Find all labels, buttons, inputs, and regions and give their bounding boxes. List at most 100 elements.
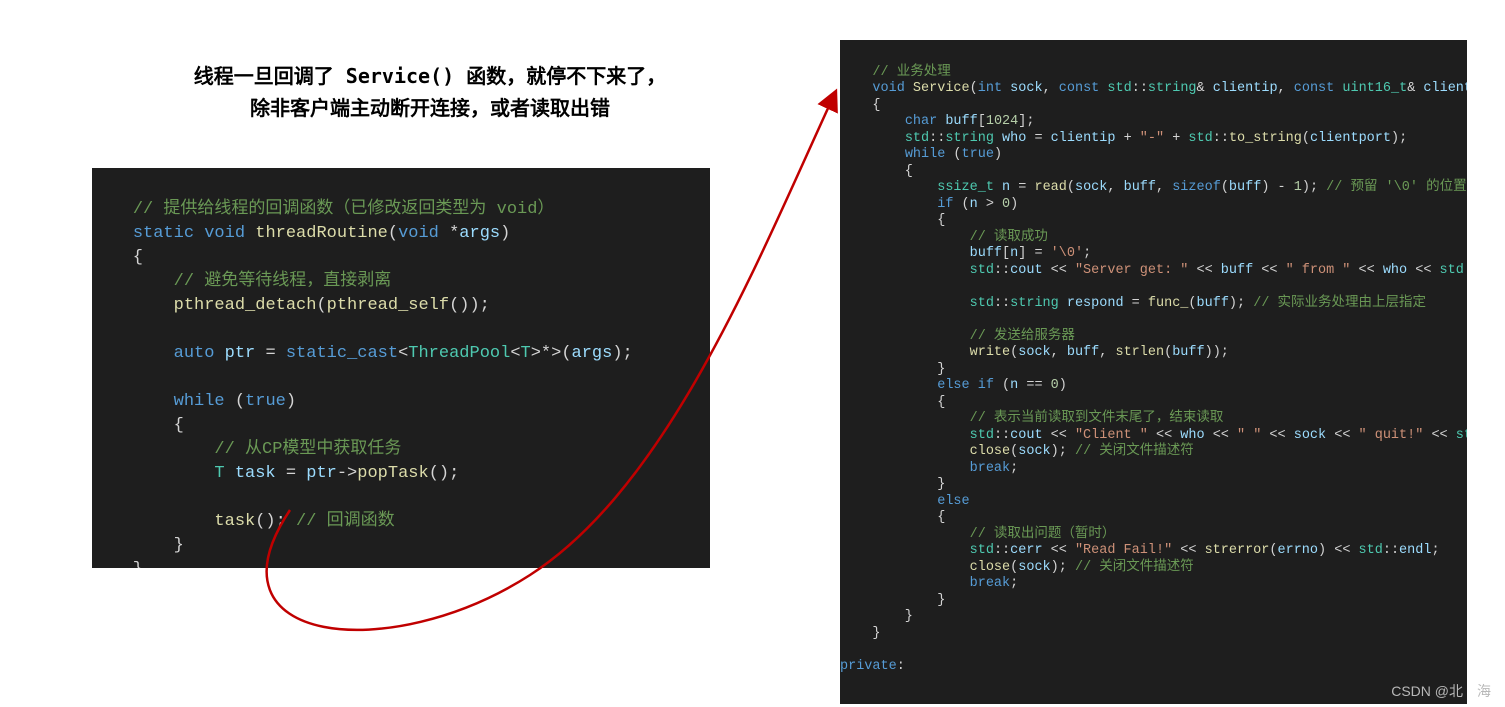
var-clientport: clientport [1423,81,1467,96]
kw-sizeof: sizeof [1172,180,1221,195]
var-who: who [1180,428,1204,443]
type-string: string [945,131,994,146]
kw-auto: auto [174,344,215,363]
ns-std: std [970,296,994,311]
str-client: "Client " [1075,428,1148,443]
ns-std: std [1188,131,1212,146]
code-block-left: // 提供给线程的回调函数（已修改返回类型为 void） static void… [92,168,710,568]
fn-pthread_detach: pthread_detach [174,296,317,315]
num-1: 1 [1294,180,1302,195]
fn-close: close [970,444,1011,459]
fn-read: read [1034,180,1066,195]
str-dash: "-" [1140,131,1164,146]
fn-strlen: strlen [1115,345,1164,360]
fn-strerror: strerror [1205,543,1270,558]
caption-line1: 线程一旦回调了 Service() 函数，就停不下来了， [180,60,680,92]
fn-task: task [214,512,255,531]
var-buff: buff [1172,345,1204,360]
type-uint16_t: uint16_t [1342,81,1407,96]
var-buff: buff [1124,180,1156,195]
type-string: string [1148,81,1197,96]
str-read-fail: "Read Fail!" [1075,543,1172,558]
var-errno: errno [1278,543,1319,558]
var-ptr: ptr [306,464,337,483]
var-ptr: ptr [225,344,256,363]
var-buff: buff [1229,180,1261,195]
comment: // 读取出问题（暂时） [970,527,1116,542]
var-buff: buff [945,114,977,129]
kw-else: else [937,494,969,509]
kw-const: const [1294,81,1335,96]
comment: // 预留 '\0' 的位置 [1326,180,1466,195]
kw-const: const [1059,81,1100,96]
var-sock: sock [1018,560,1050,575]
var-n: n [1002,180,1010,195]
type-T: T [521,344,531,363]
var-buff: buff [1221,263,1253,278]
ns-std: std [1456,428,1467,443]
str-server-get: "Server get: " [1075,263,1188,278]
kw-true: true [245,392,286,411]
kw-while: while [905,147,946,162]
ns-std: std [970,263,994,278]
num-1024: 1024 [986,114,1018,129]
ns-std: std [970,543,994,558]
comment: // 提供给线程的回调函数（已修改返回类型为 void） [133,200,555,219]
fn-pthread_self: pthread_self [327,296,449,315]
kw-char: char [905,114,937,129]
num-0: 0 [1051,378,1059,393]
comment: // 实际业务处理由上层指定 [1253,296,1426,311]
var-sock: sock [1018,345,1050,360]
var-sock: sock [1018,444,1050,459]
kw-private: private [840,659,897,674]
var-clientport: clientport [1310,131,1391,146]
fn-write: write [970,345,1011,360]
kw-void: void [398,224,439,243]
comment: // 从CP模型中获取任务 [214,440,401,459]
var-args: args [572,344,613,363]
var-buff: buff [970,246,1002,261]
ns-std: std [1440,263,1464,278]
var-cout: cout [1010,428,1042,443]
kw-true: true [962,147,994,162]
kw-else: else [937,378,969,393]
comment: // 避免等待线程，直接剥离 [174,272,392,291]
var-sock: sock [1294,428,1326,443]
str-space: " " [1237,428,1261,443]
var-clientip: clientip [1213,81,1278,96]
type-ssize_t: ssize_t [937,180,994,195]
var-task: task [235,464,276,483]
type-ThreadPool: ThreadPool [408,344,510,363]
var-who: who [1002,131,1026,146]
caption: 线程一旦回调了 Service() 函数，就停不下来了， 除非客户端主动断开连接… [180,60,680,124]
var-buff: buff [1067,345,1099,360]
kw-while: while [174,392,225,411]
comment: // 表示当前读取到文件末尾了，结束读取 [970,411,1224,426]
str-from: " from " [1286,263,1351,278]
code-block-right: // 业务处理 void Service(int sock, const std… [840,40,1467,704]
fn-popTask: popTask [357,464,428,483]
type-string: string [1010,296,1059,311]
ns-std: std [905,131,929,146]
var-n: n [1010,378,1018,393]
comment: // 发送给服务器 [970,329,1075,344]
fn-to_string: to_string [1229,131,1302,146]
var-args: args [459,224,500,243]
str-quit: " quit!" [1359,428,1424,443]
comment: // 业务处理 [872,65,950,80]
var-n: n [1010,246,1018,261]
fn-Service: Service [913,81,970,96]
fn-threadRoutine: threadRoutine [255,224,388,243]
fn-close: close [970,560,1011,575]
var-buff: buff [1197,296,1229,311]
kw-static_cast: static_cast [286,344,398,363]
kw-break: break [970,576,1011,591]
var-sock: sock [1010,81,1042,96]
fn-func_: func_ [1148,296,1189,311]
comment: // 读取成功 [970,230,1048,245]
var-who: who [1383,263,1407,278]
num-0: 0 [1002,197,1010,212]
kw-void: void [872,81,904,96]
kw-int: int [978,81,1002,96]
kw-break: break [970,461,1011,476]
